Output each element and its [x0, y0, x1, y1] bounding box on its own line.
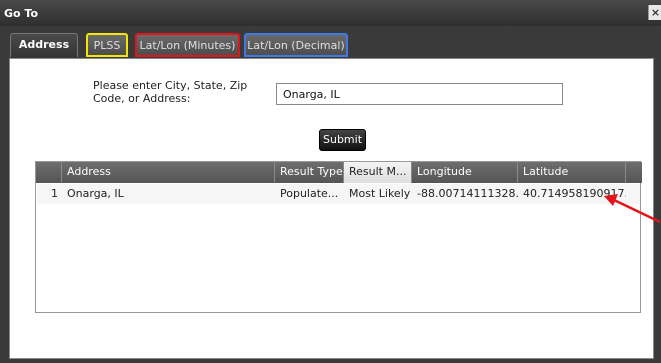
column-header-filler	[626, 162, 642, 183]
dialog-title: Go To	[4, 7, 39, 20]
cell-longitude: -88.00714111328...	[417, 187, 518, 200]
title-bar[interactable]: Go To ×	[0, 0, 661, 26]
tab-strip: Address PLSS Lat/Lon (Minutes) Lat/Lon (…	[10, 32, 655, 59]
address-input[interactable]	[276, 83, 563, 105]
annotation-arrow-icon	[604, 194, 661, 223]
column-header-longitude[interactable]: Longitude	[412, 162, 518, 183]
close-icon[interactable]: ×	[648, 5, 661, 20]
cell-result-type: Populate...	[280, 187, 339, 200]
tab-lat-lon-decimal[interactable]: Lat/Lon (Decimal)	[244, 33, 348, 57]
column-header-latitude[interactable]: Latitude	[518, 162, 626, 183]
column-header-index[interactable]	[36, 162, 62, 183]
results-grid: Address Result Type Result M... Longitud…	[35, 161, 642, 313]
column-header-address[interactable]: Address	[62, 162, 275, 183]
tab-lat-lon-minutes[interactable]: Lat/Lon (Minutes)	[135, 33, 240, 57]
cell-address: Onarga, IL	[67, 187, 124, 200]
submit-button[interactable]: Submit	[319, 129, 366, 151]
address-prompt: Please enter City, State, Zip Code, or A…	[93, 79, 248, 105]
tab-plss[interactable]: PLSS	[86, 33, 128, 57]
column-header-result-match[interactable]: Result M...	[344, 162, 412, 183]
cell-result-match: Most Likely	[349, 187, 411, 200]
row-index: 1	[51, 187, 58, 200]
column-header-result-type[interactable]: Result Type	[275, 162, 344, 183]
address-panel: Please enter City, State, Zip Code, or A…	[9, 58, 654, 359]
go-to-dialog: Go To × Address PLSS Lat/Lon (Minutes) L…	[0, 0, 661, 363]
tab-address[interactable]: Address	[10, 33, 78, 57]
